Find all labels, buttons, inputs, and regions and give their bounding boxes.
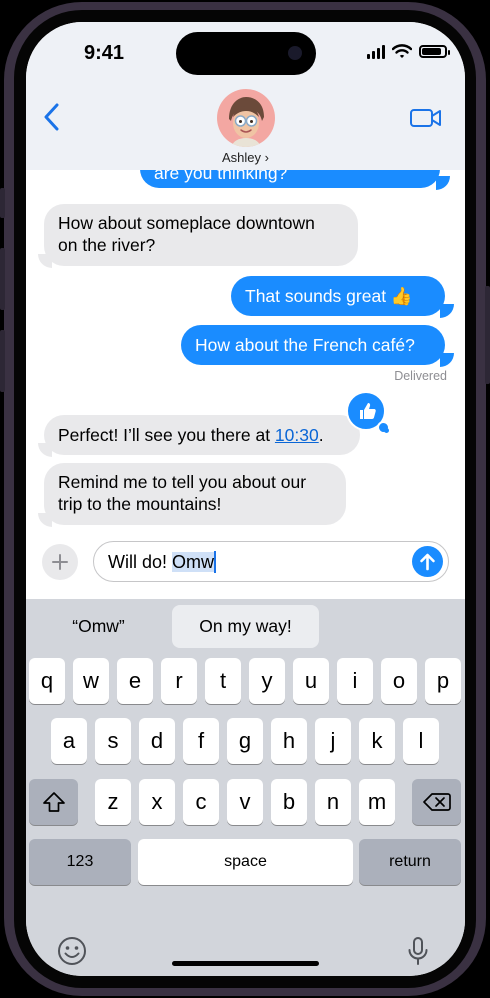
delete-backspace-icon <box>422 793 451 811</box>
message-bubble-incoming[interactable]: How about someplace downtown on the rive… <box>44 204 358 266</box>
shift-key[interactable] <box>29 779 78 825</box>
volume-down-button <box>0 330 5 392</box>
contact-name[interactable]: Ashley › <box>26 150 465 165</box>
mute-switch <box>0 188 5 218</box>
key-m[interactable]: m <box>359 779 395 825</box>
key-e[interactable]: e <box>117 658 153 704</box>
message-line: trip to the mountains! <box>58 494 222 514</box>
key-c[interactable]: c <box>183 779 219 825</box>
wifi-icon <box>392 44 412 58</box>
message-line: How about someplace downtown <box>58 213 315 233</box>
suggestion-literal[interactable]: “Omw” <box>26 605 171 648</box>
emoji-icon[interactable] <box>56 935 88 967</box>
message-line: on the river? <box>58 235 156 255</box>
shift-arrow-icon <box>42 792 65 812</box>
message-text: Perfect! I’ll see you there at <box>58 425 275 445</box>
message-bubble-outgoing[interactable]: That sounds great 👍 <box>231 276 445 316</box>
send-button[interactable] <box>412 546 443 577</box>
key-x[interactable]: x <box>139 779 175 825</box>
input-selected-text: Omw <box>172 552 215 572</box>
message-text: . <box>318 425 324 445</box>
battery-icon <box>419 45 450 58</box>
status-time: 9:41 <box>84 42 125 64</box>
key-r[interactable]: r <box>161 658 197 704</box>
plus-icon <box>52 554 68 570</box>
back-chevron-icon[interactable] <box>40 100 64 134</box>
key-i[interactable]: i <box>337 658 373 704</box>
time-link[interactable]: 10:30 <box>275 425 319 445</box>
message-text: How about the French café? <box>195 335 415 355</box>
key-w[interactable]: w <box>73 658 109 704</box>
bubble-tail <box>38 254 52 268</box>
message-bubble-outgoing[interactable]: How about the French café? <box>181 325 445 365</box>
key-s[interactable]: s <box>95 718 131 764</box>
key-p[interactable]: p <box>425 658 461 704</box>
key-j[interactable]: j <box>315 718 351 764</box>
key-l[interactable]: l <box>403 718 439 764</box>
space-key[interactable]: space <box>138 839 353 885</box>
status-icons <box>367 44 450 59</box>
memoji-avatar-icon <box>229 97 264 147</box>
bubble-tail <box>440 353 454 367</box>
side-button <box>485 286 490 384</box>
message-text: That sounds great 👍 <box>245 286 413 306</box>
bubble-tail <box>38 443 52 457</box>
suggestion-replacement[interactable]: On my way! <box>172 605 319 648</box>
key-z[interactable]: z <box>95 779 131 825</box>
numbers-key[interactable]: 123 <box>29 839 131 885</box>
facetime-video-icon[interactable] <box>409 106 443 130</box>
delivered-status: Delivered <box>394 369 447 383</box>
dynamic-island <box>176 32 316 75</box>
key-t[interactable]: t <box>205 658 241 704</box>
key-k[interactable]: k <box>359 718 395 764</box>
key-b[interactable]: b <box>271 779 307 825</box>
key-n[interactable]: n <box>315 779 351 825</box>
text-cursor <box>214 551 217 573</box>
message-bubble-incoming[interactable]: Remind me to tell you about our trip to … <box>44 463 346 525</box>
bubble-tail <box>436 176 450 190</box>
screen: are you thinking? How about someplace do… <box>26 22 465 976</box>
cellular-signal-icon <box>367 44 385 59</box>
tapback-tail <box>384 428 389 433</box>
key-a[interactable]: a <box>51 718 87 764</box>
contact-avatar[interactable] <box>217 89 275 147</box>
front-camera <box>288 46 302 60</box>
message-bubble-incoming[interactable]: Perfect! I’ll see you there at 10:30. <box>44 415 360 455</box>
key-f[interactable]: f <box>183 718 219 764</box>
home-indicator[interactable] <box>172 961 319 966</box>
delete-key[interactable] <box>412 779 461 825</box>
key-u[interactable]: u <box>293 658 329 704</box>
bubble-tail <box>38 513 52 527</box>
key-d[interactable]: d <box>139 718 175 764</box>
key-g[interactable]: g <box>227 718 263 764</box>
conversation-header: 9:41 Ashley › <box>26 22 465 170</box>
input-plain-text: Will do! <box>108 552 173 572</box>
bubble-tail <box>440 304 454 318</box>
key-q[interactable]: q <box>29 658 65 704</box>
key-v[interactable]: v <box>227 779 263 825</box>
volume-up-button <box>0 248 5 310</box>
keyboard: “Omw” On my way! q w e r t y u i o p a s… <box>26 599 465 976</box>
message-input-text: Will do! Omw <box>108 551 217 573</box>
microphone-icon[interactable] <box>402 935 434 967</box>
message-line: Remind me to tell you about our <box>58 472 307 492</box>
key-h[interactable]: h <box>271 718 307 764</box>
key-y[interactable]: y <box>249 658 285 704</box>
arrow-up-icon <box>420 553 435 571</box>
key-o[interactable]: o <box>381 658 417 704</box>
apps-plus-button[interactable] <box>42 544 78 580</box>
message-input[interactable]: Will do! Omw <box>93 541 449 582</box>
return-key[interactable]: return <box>359 839 461 885</box>
